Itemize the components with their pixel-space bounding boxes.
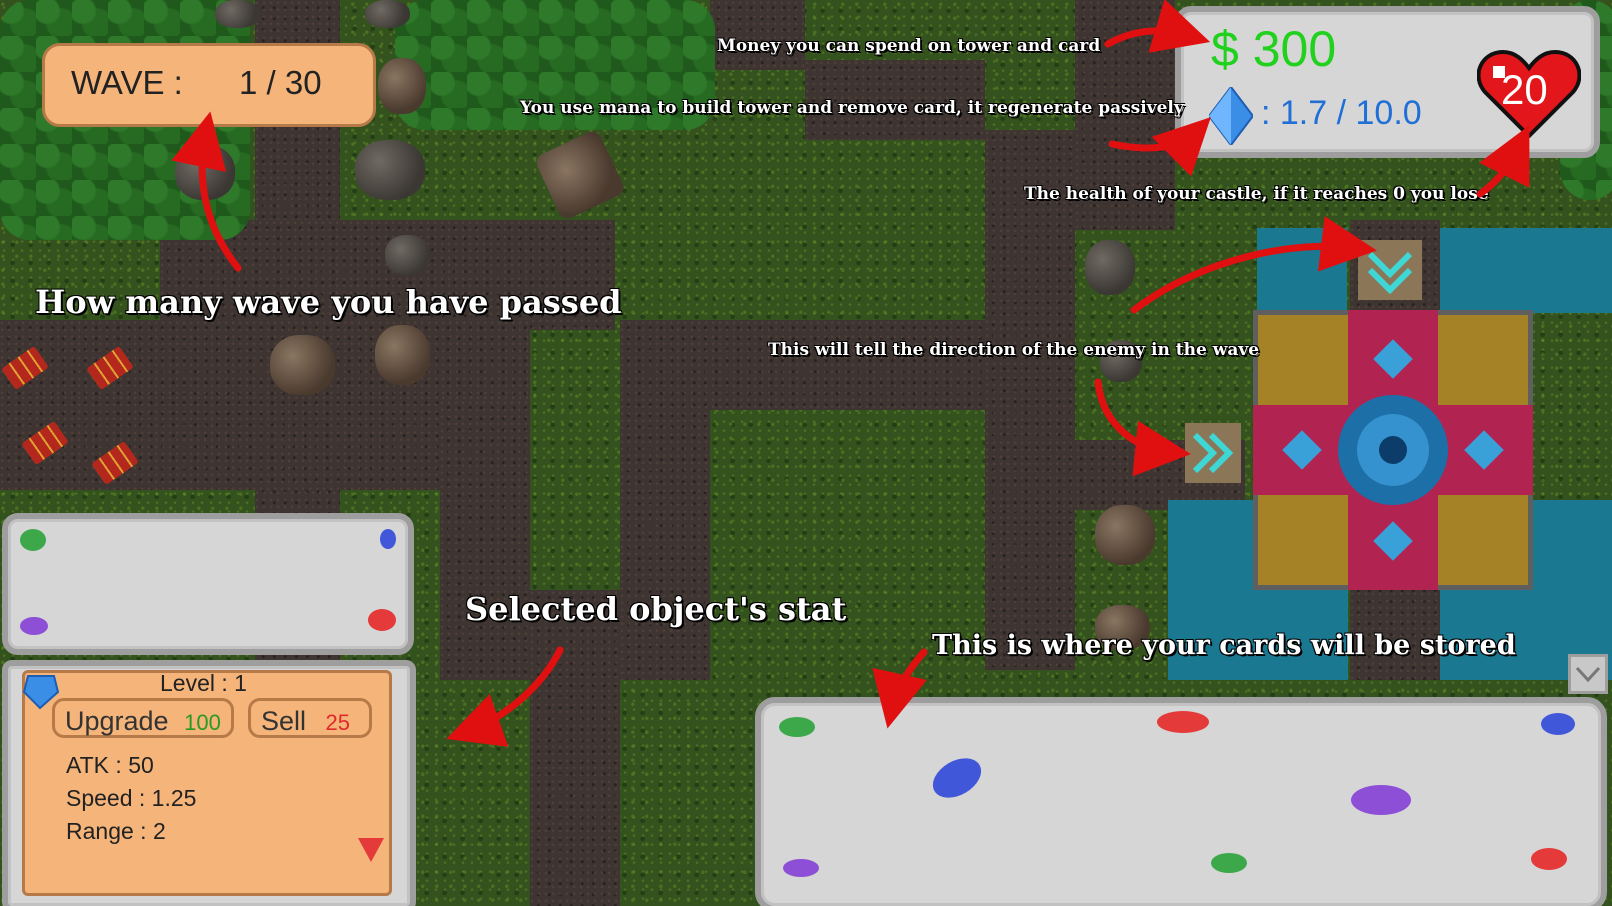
game-map: WAVE : 1 / 30 $ 300 : 1.7 / 10.0 20 Mone… bbox=[0, 0, 1612, 906]
path-tile bbox=[440, 400, 530, 680]
annotation-stats: Selected object's stat bbox=[465, 590, 847, 628]
level-label: Level : 1 bbox=[160, 670, 247, 696]
green-gem-decoration bbox=[1211, 853, 1247, 873]
range-stat: Range : 2 bbox=[66, 818, 166, 844]
path-tile bbox=[710, 0, 805, 70]
rock bbox=[270, 335, 335, 395]
sell-value: 25 bbox=[325, 710, 351, 735]
red-gem-decoration bbox=[1157, 711, 1209, 733]
rock bbox=[378, 58, 426, 114]
path-tile bbox=[530, 590, 620, 906]
sell-label: Sell bbox=[261, 706, 307, 736]
path-tile bbox=[620, 320, 990, 410]
annotation-direction: This will tell the direction of the enem… bbox=[768, 340, 1260, 360]
annotation-health: The health of your castle, if it reaches… bbox=[1024, 184, 1489, 204]
purple-gem-decoration bbox=[1351, 785, 1411, 815]
rock bbox=[1095, 505, 1155, 565]
rock bbox=[215, 0, 260, 28]
card-storage-panel[interactable] bbox=[755, 697, 1607, 906]
wave-banner: WAVE : 1 / 30 bbox=[42, 43, 376, 127]
dropdown-arrow-icon bbox=[1575, 666, 1601, 683]
chevron-down-icon bbox=[1367, 251, 1413, 295]
castle bbox=[1253, 310, 1533, 590]
annotation-mana: You use mana to build tower and remove c… bbox=[520, 98, 1184, 118]
speed-stat: Speed : 1.25 bbox=[66, 785, 197, 811]
stats-panel: Level : 1 Upgrade 100 Sell 25 ATK : 50 S… bbox=[2, 660, 416, 906]
enemy-direction-down bbox=[1358, 240, 1422, 300]
card-panel-toggle[interactable] bbox=[1568, 654, 1608, 694]
green-gem-decoration bbox=[20, 529, 46, 551]
mana-counter: : 1.7 / 10.0 bbox=[1261, 94, 1422, 132]
annotation-wave: How many wave you have passed bbox=[35, 283, 622, 321]
rock bbox=[355, 140, 425, 200]
green-gem-decoration bbox=[779, 717, 815, 737]
money-counter: $ 300 bbox=[1211, 21, 1337, 77]
rock bbox=[385, 235, 430, 275]
blue-gem-decoration bbox=[1541, 713, 1575, 735]
upgrade-cost: 100 bbox=[184, 710, 221, 735]
castle-health: 20 bbox=[1501, 66, 1548, 113]
water-tile bbox=[1440, 228, 1612, 313]
selection-preview-panel bbox=[2, 513, 414, 655]
rock bbox=[175, 145, 235, 200]
sell-button[interactable]: Sell 25 bbox=[248, 698, 372, 738]
annotation-money: Money you can spend on tower and card bbox=[717, 36, 1101, 56]
purple-gem-decoration bbox=[20, 617, 48, 635]
enemy-direction-right bbox=[1185, 423, 1241, 483]
path-tile bbox=[0, 320, 530, 400]
wave-label: WAVE : bbox=[71, 64, 183, 101]
wave-counter: 1 / 30 bbox=[239, 64, 322, 101]
mana-crystal-icon bbox=[1209, 87, 1253, 145]
red-gem-decoration bbox=[368, 609, 396, 631]
upgrade-label: Upgrade bbox=[65, 706, 169, 736]
blue-gem-decoration bbox=[380, 529, 396, 549]
annotation-cards: This is where your cards will be stored bbox=[932, 630, 1516, 661]
chevron-right-icon bbox=[1192, 432, 1234, 474]
blue-gem-decoration bbox=[925, 750, 989, 806]
red-gem-decoration bbox=[1531, 848, 1567, 870]
path-tile bbox=[985, 130, 1075, 670]
purple-gem-decoration bbox=[783, 859, 819, 877]
rock bbox=[1085, 240, 1135, 295]
upgrade-button[interactable]: Upgrade 100 bbox=[52, 698, 234, 738]
resource-panel: $ 300 : 1.7 / 10.0 20 bbox=[1175, 6, 1600, 158]
rock bbox=[365, 0, 410, 28]
rock bbox=[375, 325, 430, 385]
atk-stat: ATK : 50 bbox=[66, 752, 154, 778]
